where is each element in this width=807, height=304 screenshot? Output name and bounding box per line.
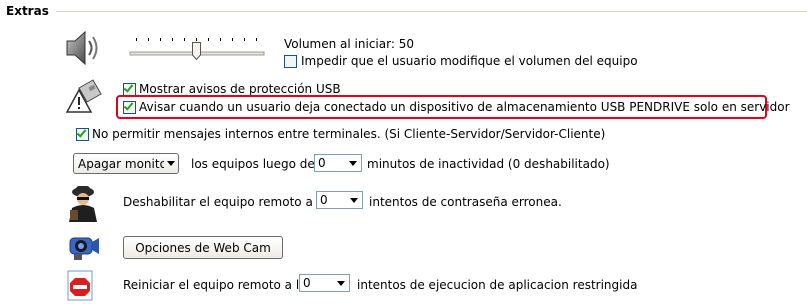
password-attempts-value: 0 bbox=[320, 193, 328, 207]
restricted-attempts-value: 0 bbox=[303, 276, 311, 290]
speaker-icon bbox=[63, 30, 103, 66]
password-attempts-select[interactable]: 0 bbox=[316, 191, 363, 209]
prevent-volume-checkbox[interactable] bbox=[284, 55, 297, 68]
chevron-down-icon[interactable] bbox=[346, 192, 362, 208]
usb-warning-icon bbox=[63, 78, 107, 114]
monitor-text-before: los equipos luego de bbox=[191, 157, 315, 171]
webcam-options-button[interactable]: Opciones de Web Cam bbox=[123, 236, 283, 259]
monitor-minutes-select[interactable]: 0 bbox=[314, 154, 362, 172]
monitor-minutes-value: 0 bbox=[318, 156, 326, 170]
volume-slider-thumb[interactable] bbox=[192, 42, 201, 61]
stop-sign-icon bbox=[67, 270, 93, 301]
monitor-text-after: minutos de inactividad (0 deshabilitado) bbox=[367, 157, 610, 171]
prevent-volume-label: Impedir que el usuario modifique el volu… bbox=[301, 54, 638, 68]
chevron-down-icon bbox=[164, 161, 178, 166]
section-title: Extras bbox=[6, 4, 49, 18]
block-messages-checkbox[interactable] bbox=[76, 128, 89, 141]
password-text-after: intentos de contraseña erronea. bbox=[369, 195, 562, 209]
password-text-before: Deshabilitar el equipo remoto a los bbox=[123, 195, 334, 209]
monitor-action-value: Apagar monito bbox=[78, 156, 164, 171]
usb-pendrive-checkbox[interactable] bbox=[123, 101, 136, 114]
section-divider bbox=[56, 11, 807, 12]
webcam-icon bbox=[66, 230, 102, 262]
restricted-text-after: intentos de ejecucion de aplicacion rest… bbox=[357, 278, 638, 292]
block-messages-label: No permitir mensajes internos entre term… bbox=[92, 127, 606, 141]
usb-pendrive-label: Avisar cuando un usuario deja conectado … bbox=[139, 100, 790, 114]
restricted-text-before: Reiniciar el equipo remoto a los bbox=[123, 278, 313, 292]
volume-label: Volumen al iniciar: 50 bbox=[284, 37, 414, 51]
volume-slider[interactable] bbox=[122, 34, 270, 64]
chevron-down-icon[interactable] bbox=[345, 155, 361, 171]
chevron-down-icon[interactable] bbox=[333, 275, 349, 291]
webcam-options-label: Opciones de Web Cam bbox=[135, 240, 271, 255]
restricted-attempts-select[interactable]: 0 bbox=[299, 274, 350, 292]
spy-user-icon bbox=[66, 184, 100, 222]
monitor-action-dropdown[interactable]: Apagar monito bbox=[73, 153, 179, 174]
